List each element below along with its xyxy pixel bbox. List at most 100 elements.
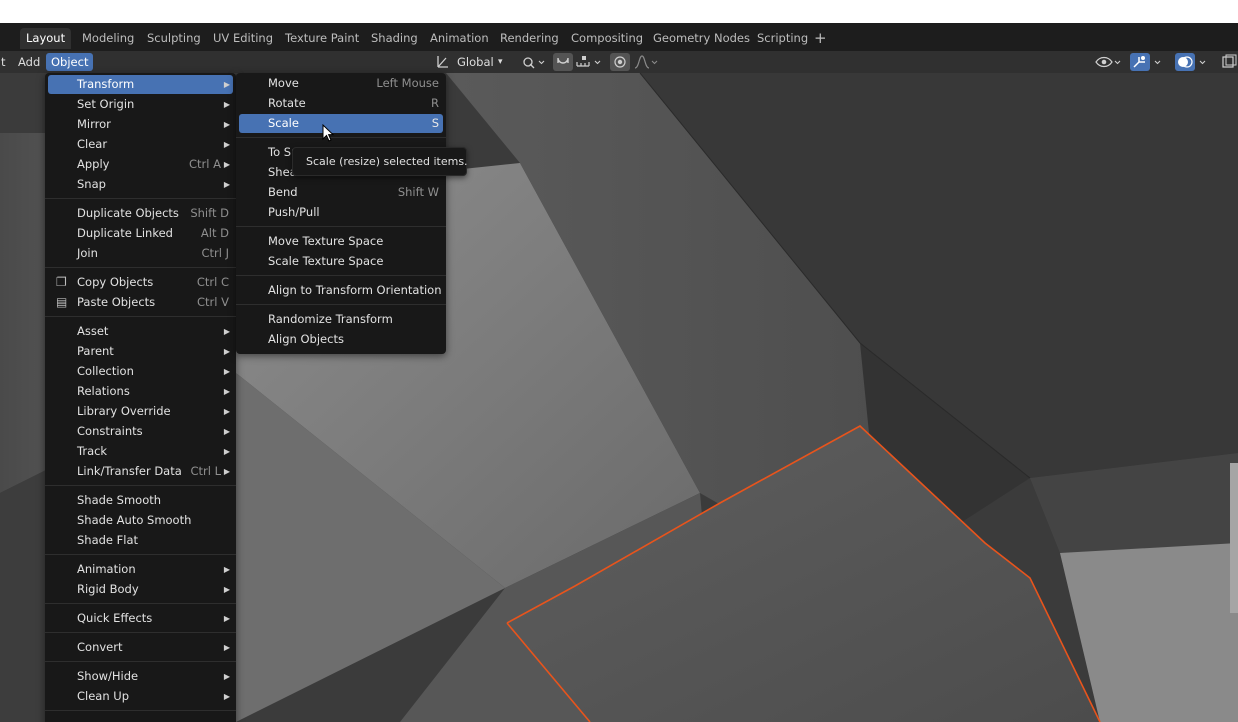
- workspace-tab-bar: Layout Modeling Sculpting UV Editing Tex…: [0, 23, 1238, 51]
- menu-item-align-objects[interactable]: Align Objects: [239, 330, 443, 349]
- menu-separator: [45, 554, 236, 555]
- chevron-right-icon: ▶: [223, 100, 230, 109]
- menu-item-duplicate-linked[interactable]: Duplicate Linked Alt D: [48, 224, 233, 243]
- chevron-right-icon: ▶: [223, 120, 230, 129]
- chevron-right-icon: ▶: [223, 367, 230, 376]
- menu-item-asset[interactable]: Asset ▶: [48, 322, 233, 341]
- overlays-toggle-icon[interactable]: [1175, 53, 1195, 71]
- menu-item-scale[interactable]: Scale S: [239, 114, 443, 133]
- tab-geometry-nodes[interactable]: Geometry Nodes: [647, 28, 756, 49]
- chevron-right-icon: ▶: [223, 407, 230, 416]
- menu-item-parent[interactable]: Parent ▶: [48, 342, 233, 361]
- snap-toggle-icon[interactable]: [553, 53, 573, 71]
- transform-orientation-dropdown[interactable]: Global ▾: [434, 53, 512, 71]
- snap-target-icon[interactable]: [574, 53, 604, 71]
- tab-compositing[interactable]: Compositing: [565, 28, 649, 49]
- menu-separator: [236, 275, 446, 276]
- menu-separator: [45, 485, 236, 486]
- menu-item-link-transfer-data[interactable]: Link/Transfer Data Ctrl L ▶: [48, 462, 233, 481]
- menu-item-show-hide[interactable]: Show/Hide ▶: [48, 667, 233, 686]
- menu-item-paste-objects[interactable]: ▤ Paste Objects Ctrl V: [48, 293, 233, 312]
- menu-separator: [45, 198, 236, 199]
- window-top-strip: [0, 0, 1238, 23]
- chevron-right-icon: ▶: [223, 447, 230, 456]
- tab-shading[interactable]: Shading: [365, 28, 424, 49]
- menu-item-move[interactable]: Move Left Mouse: [239, 74, 443, 93]
- menu-item-join[interactable]: Join Ctrl J: [48, 244, 233, 263]
- chevron-right-icon: ▶: [223, 614, 230, 623]
- pivot-point-icon[interactable]: [519, 53, 547, 71]
- menu-separator: [45, 267, 236, 268]
- menu-item-apply[interactable]: Apply Ctrl A ▶: [48, 155, 233, 174]
- tab-sculpting[interactable]: Sculpting: [141, 28, 207, 49]
- menu-separator: [236, 226, 446, 227]
- menu-item-scale-texture-space[interactable]: Scale Texture Space: [239, 252, 443, 271]
- tab-animation[interactable]: Animation: [424, 28, 495, 49]
- menu-item-move-texture-space[interactable]: Move Texture Space: [239, 232, 443, 251]
- orientation-value: Global: [457, 55, 494, 69]
- chevron-right-icon: ▶: [223, 327, 230, 336]
- chevron-right-icon: ▶: [223, 160, 230, 169]
- menu-item-quick-effects[interactable]: Quick Effects ▶: [48, 609, 233, 628]
- visibility-eye-icon[interactable]: [1094, 53, 1124, 71]
- menu-item-copy-objects[interactable]: ❐ Copy Objects Ctrl C: [48, 273, 233, 292]
- menu-separator: [45, 661, 236, 662]
- menu-item-set-origin[interactable]: Set Origin ▶: [48, 95, 233, 114]
- menu-separator: [45, 632, 236, 633]
- chevron-right-icon: ▶: [223, 347, 230, 356]
- menu-item-shade-auto-smooth[interactable]: Shade Auto Smooth: [48, 511, 233, 530]
- orientation-icon: [436, 53, 450, 74]
- menu-item-clean-up[interactable]: Clean Up ▶: [48, 687, 233, 706]
- menu-separator: [236, 137, 446, 138]
- menu-item-push-pull[interactable]: Push/Pull: [239, 203, 443, 222]
- tab-uv-editing[interactable]: UV Editing: [207, 28, 279, 49]
- menu-item-bend[interactable]: Bend Shift W: [239, 183, 443, 202]
- menu-item-mirror[interactable]: Mirror ▶: [48, 115, 233, 134]
- menu-item-track[interactable]: Track ▶: [48, 442, 233, 461]
- gizmo-toggle-icon[interactable]: [1130, 53, 1150, 71]
- proportional-editing-icon[interactable]: [610, 53, 630, 71]
- menu-separator: [45, 603, 236, 604]
- tab-modeling[interactable]: Modeling: [76, 28, 140, 49]
- chevron-right-icon: ▶: [223, 585, 230, 594]
- falloff-curve-icon[interactable]: [632, 53, 662, 71]
- menu-item-shade-smooth[interactable]: Shade Smooth: [48, 491, 233, 510]
- menu-separator: [236, 304, 446, 305]
- chevron-right-icon: ▶: [223, 427, 230, 436]
- chevron-right-icon: ▶: [223, 692, 230, 701]
- menu-item-animation[interactable]: Animation ▶: [48, 560, 233, 579]
- chevron-right-icon: ▶: [223, 467, 230, 476]
- menu-item-constraints[interactable]: Constraints ▶: [48, 422, 233, 441]
- overlays-dropdown-icon[interactable]: [1197, 53, 1211, 71]
- paste-icon: ▤: [56, 295, 68, 309]
- menu-item-randomize-transform[interactable]: Randomize Transform: [239, 310, 443, 329]
- menu-item-snap[interactable]: Snap ▶: [48, 175, 233, 194]
- select-menu-fragment[interactable]: t: [0, 53, 11, 71]
- chevron-right-icon: ▶: [223, 672, 230, 681]
- menu-item-transform[interactable]: Transform ▶: [48, 75, 233, 94]
- scale-tooltip: Scale (resize) selected items.: [292, 147, 468, 176]
- menu-item-align-to-transform-orientation[interactable]: Align to Transform Orientation: [239, 281, 443, 300]
- chevron-right-icon: ▶: [223, 565, 230, 574]
- add-menu[interactable]: Add: [13, 53, 45, 71]
- chevron-right-icon: ▶: [223, 140, 230, 149]
- menu-item-convert[interactable]: Convert ▶: [48, 638, 233, 657]
- tab-layout[interactable]: Layout: [20, 28, 72, 49]
- menu-item-library-override[interactable]: Library Override ▶: [48, 402, 233, 421]
- xray-toggle-icon[interactable]: [1220, 53, 1238, 71]
- menu-item-duplicate-objects[interactable]: Duplicate Objects Shift D: [48, 204, 233, 223]
- add-workspace-button[interactable]: +: [814, 28, 827, 49]
- gizmo-dropdown-icon[interactable]: [1152, 53, 1166, 71]
- viewport-header: t Add Object Global ▾: [0, 51, 1238, 73]
- menu-item-clear[interactable]: Clear ▶: [48, 135, 233, 154]
- menu-item-collection[interactable]: Collection ▶: [48, 362, 233, 381]
- menu-item-relations[interactable]: Relations ▶: [48, 382, 233, 401]
- tab-texture-paint[interactable]: Texture Paint: [279, 28, 365, 49]
- menu-item-shade-flat[interactable]: Shade Flat: [48, 531, 233, 550]
- tab-rendering[interactable]: Rendering: [494, 28, 565, 49]
- menu-item-rigid-body[interactable]: Rigid Body ▶: [48, 580, 233, 599]
- object-menu[interactable]: Object: [46, 53, 94, 71]
- copy-icon: ❐: [56, 275, 67, 289]
- tab-scripting[interactable]: Scripting: [751, 28, 814, 49]
- menu-item-rotate[interactable]: Rotate R: [239, 94, 443, 113]
